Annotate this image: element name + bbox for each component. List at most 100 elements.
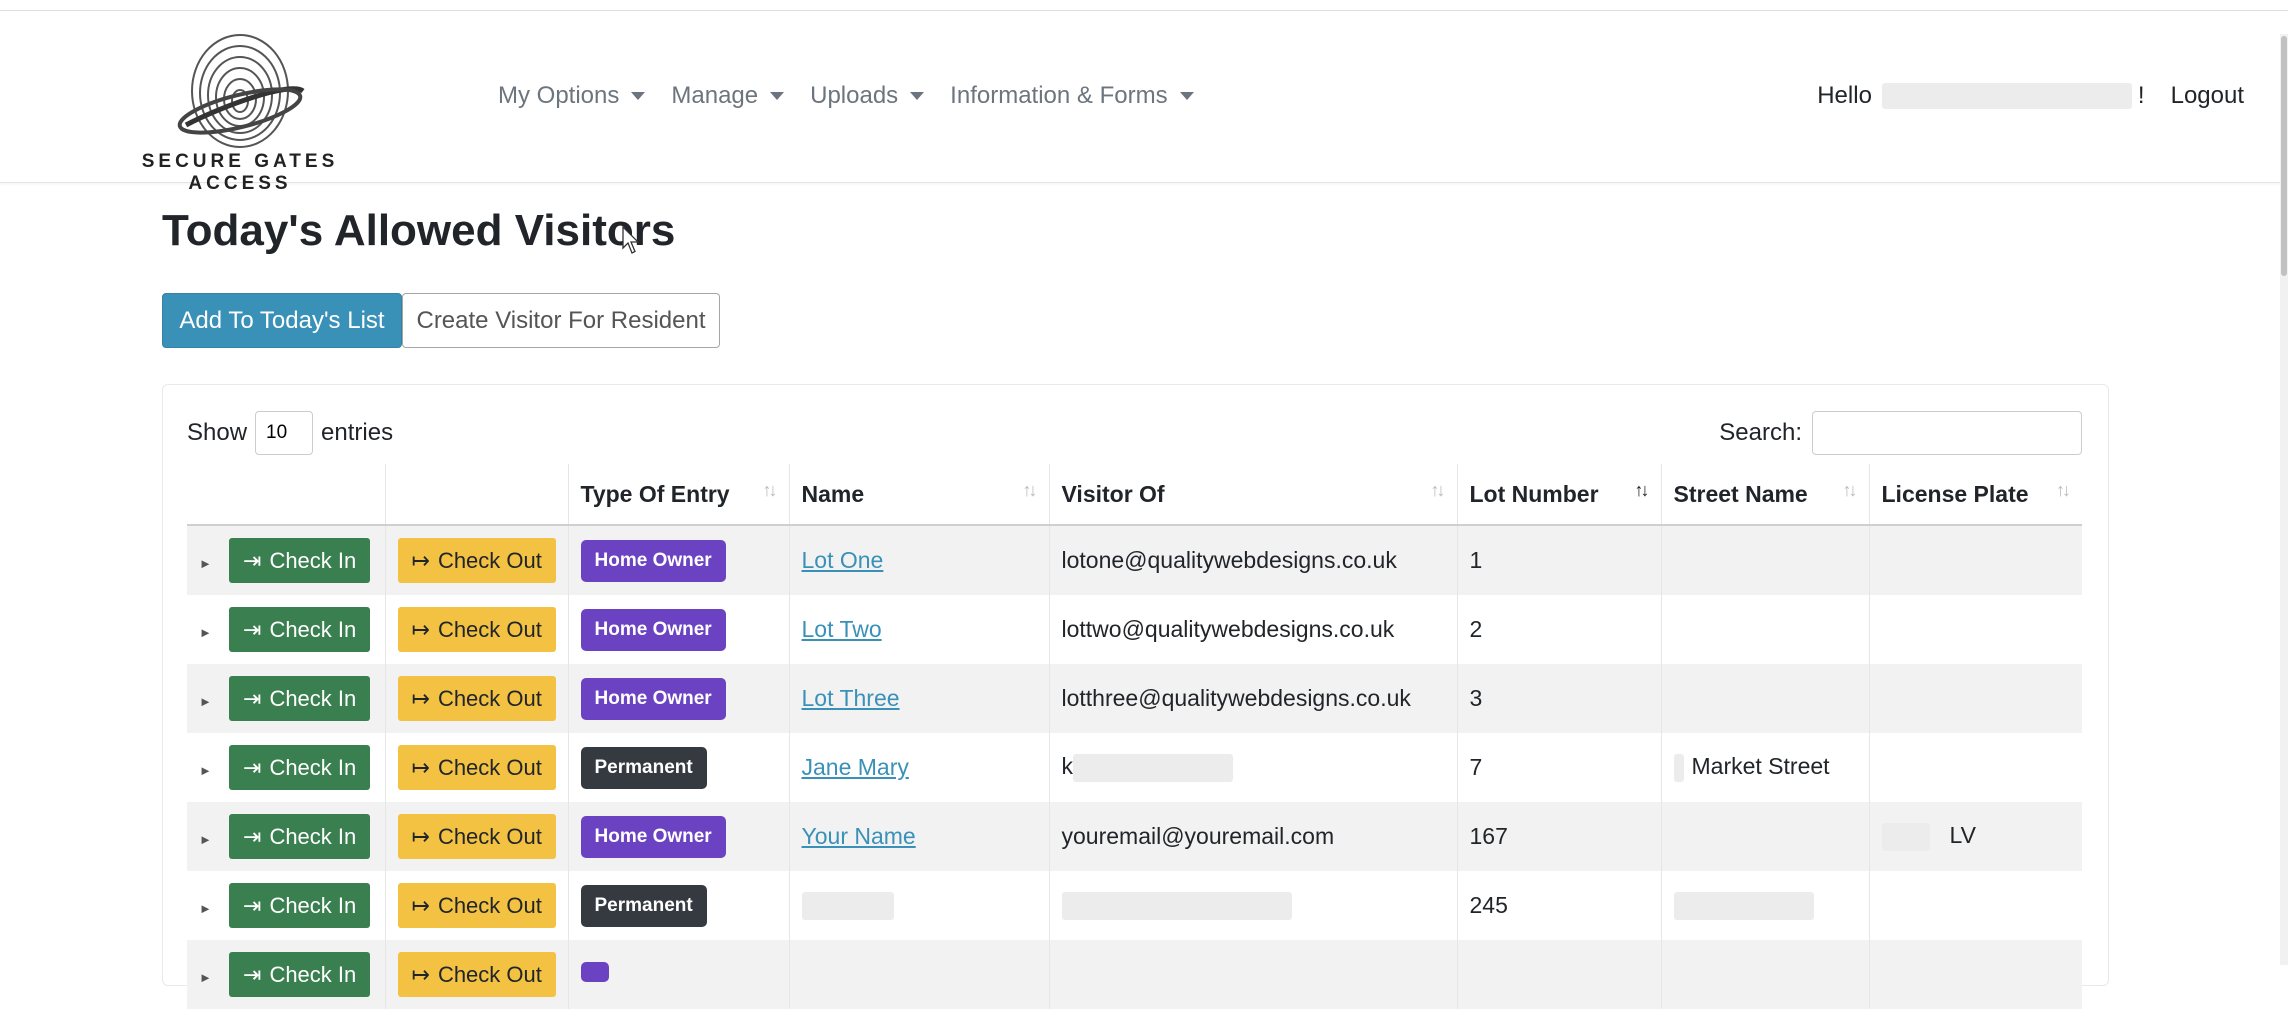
sign-out-icon: ↦ (411, 547, 430, 573)
show-label: Show (187, 419, 248, 446)
table-row: ► ⇥ Check In ↦ Check Out Permanent Jane Mar… (187, 733, 2082, 802)
search-control: Search: (1719, 411, 2082, 455)
entry-type-badge: Home Owner (580, 677, 726, 720)
license-plate-cell (1869, 733, 2082, 802)
brand-logo[interactable]: SECURE GATES ACCESS (100, 31, 380, 194)
check-in-button[interactable]: ⇥ Check In (229, 538, 371, 583)
entry-type-badge: Permanent (580, 884, 707, 927)
mouse-cursor-icon (622, 226, 640, 254)
sign-out-icon: ↦ (411, 892, 430, 918)
visitor-name-link[interactable]: Lot One (802, 547, 884, 573)
table-header-row: Type Of Entry ↑↓ Name ↑↓ Visitor Of ↑↓ Lot … (187, 464, 2082, 526)
check-out-button[interactable]: ↦ Check Out (397, 538, 556, 583)
user-area: Hello ! Logout (1817, 82, 2244, 110)
sign-in-icon: ⇥ (243, 616, 262, 642)
column-header-name[interactable]: Name ↑↓ (789, 464, 1050, 526)
sign-in-icon: ⇥ (243, 547, 262, 573)
sign-in-icon: ⇥ (243, 892, 262, 918)
check-out-button[interactable]: ↦ Check Out (397, 607, 556, 652)
fingerprint-logo (177, 34, 305, 148)
street-name-cell: Market Street (1661, 733, 1870, 802)
menu-uploads[interactable]: Uploads (810, 82, 925, 110)
lot-number-cell: 3 (1457, 664, 1662, 733)
check-in-button[interactable]: ⇥ Check In (229, 883, 371, 928)
license-plate-cell: LV (1869, 802, 2082, 871)
expand-triangle-icon[interactable]: ► (199, 970, 229, 985)
check-in-button[interactable]: ⇥ Check In (229, 745, 371, 790)
expand-triangle-icon[interactable]: ► (199, 763, 229, 778)
user-name-redacted (1881, 83, 2132, 109)
column-header-checkout (385, 464, 569, 526)
sort-icon: ↑↓ (1022, 480, 1038, 500)
entries-select[interactable] (255, 411, 314, 455)
sign-in-icon: ⇥ (243, 685, 262, 711)
lot-number-cell: 7 (1457, 733, 1662, 802)
table-row: ► ⇥ Check In ↦ Check Out (187, 940, 2082, 1009)
license-plate-cell (1869, 664, 2082, 733)
column-header-checkin (187, 464, 386, 526)
logout-link[interactable]: Logout (2171, 82, 2244, 110)
column-header-type[interactable]: Type Of Entry ↑↓ (568, 464, 790, 526)
expand-triangle-icon[interactable]: ► (199, 625, 229, 640)
sign-out-icon: ↦ (411, 616, 430, 642)
sign-out-icon: ↦ (411, 685, 430, 711)
check-out-button[interactable]: ↦ Check Out (397, 814, 556, 859)
greeting-exclaim: ! (2137, 82, 2145, 109)
visitor-of-cell: lotone@qualitywebdesigns.co.uk (1049, 525, 1458, 595)
redacted-text (1673, 753, 1684, 782)
expand-triangle-icon[interactable]: ► (199, 901, 229, 916)
scrollbar-thumb[interactable] (2281, 36, 2287, 276)
table-row: ► ⇥ Check In ↦ Check Out Home Owner Lot One… (187, 525, 2082, 595)
check-out-button[interactable]: ↦ Check Out (397, 676, 556, 721)
redacted-text (1881, 822, 1930, 851)
expand-triangle-icon[interactable]: ► (199, 556, 229, 571)
check-in-button[interactable]: ⇥ Check In (229, 814, 371, 859)
visitor-name-link[interactable]: Lot Two (802, 616, 882, 642)
visitor-name-link[interactable]: Jane Mary (802, 754, 909, 780)
sign-out-icon: ↦ (411, 823, 430, 849)
column-header-license-plate[interactable]: License Plate ↑↓ (1869, 464, 2082, 526)
license-plate-cell (1869, 595, 2082, 664)
add-to-todays-list-button[interactable]: Add To Today's List (162, 293, 402, 348)
greeting: Hello (1817, 82, 1872, 109)
table-row: ► ⇥ Check In ↦ Check Out Home Owner Lot Two… (187, 595, 2082, 664)
create-visitor-button[interactable]: Create Visitor For Resident (402, 293, 720, 348)
entry-type-badge: Home Owner (580, 815, 726, 858)
menu-manage[interactable]: Manage (671, 82, 785, 110)
expand-triangle-icon[interactable]: ► (199, 694, 229, 709)
column-header-street-name[interactable]: Street Name ↑↓ (1661, 464, 1870, 526)
visitor-of-cell: lottwo@qualitywebdesigns.co.uk (1049, 595, 1458, 664)
expand-triangle-icon[interactable]: ► (199, 832, 229, 847)
page-title: Today's Allowed Visitors (162, 206, 676, 255)
search-input[interactable] (1812, 411, 2082, 455)
check-out-button[interactable]: ↦ Check Out (397, 883, 556, 928)
sort-ascending-icon: ↑↓ (1634, 480, 1650, 500)
entry-type-badge (580, 962, 609, 982)
check-in-button[interactable]: ⇥ Check In (229, 952, 371, 997)
visitor-name-link[interactable]: Lot Three (802, 685, 900, 711)
column-header-visitor-of[interactable]: Visitor Of ↑↓ (1049, 464, 1458, 526)
table-row: ► ⇥ Check In ↦ Check Out Permanent 245 (187, 871, 2082, 940)
visitor-name-link[interactable]: Your Name (802, 823, 916, 849)
sort-icon: ↑↓ (1430, 480, 1446, 500)
redacted-text (1061, 891, 1292, 920)
check-in-button[interactable]: ⇥ Check In (229, 676, 371, 721)
street-name-cell (1661, 664, 1870, 733)
check-out-button[interactable]: ↦ Check Out (397, 952, 556, 997)
search-label: Search: (1719, 419, 1802, 446)
table-row: ► ⇥ Check In ↦ Check Out Home Owner Lot Thr… (187, 664, 2082, 733)
lot-number-cell: 1 (1457, 525, 1662, 595)
sort-icon: ↑↓ (762, 480, 778, 500)
street-name-cell (1661, 802, 1870, 871)
menu-my-options[interactable]: My Options (498, 82, 646, 110)
table-row: ► ⇥ Check In ↦ Check Out Home Owner Your Na… (187, 802, 2082, 871)
license-plate-cell (1869, 525, 2082, 595)
entry-type-badge: Permanent (580, 746, 707, 789)
check-in-button[interactable]: ⇥ Check In (229, 607, 371, 652)
check-out-button[interactable]: ↦ Check Out (397, 745, 556, 790)
main-menu: My Options Manage Uploads Information & … (498, 82, 1194, 110)
sign-out-icon: ↦ (411, 754, 430, 780)
menu-information-forms[interactable]: Information & Forms (950, 82, 1194, 110)
column-header-lot-number[interactable]: Lot Number ↑↓ (1457, 464, 1662, 526)
sort-icon: ↑↓ (2056, 480, 2071, 500)
